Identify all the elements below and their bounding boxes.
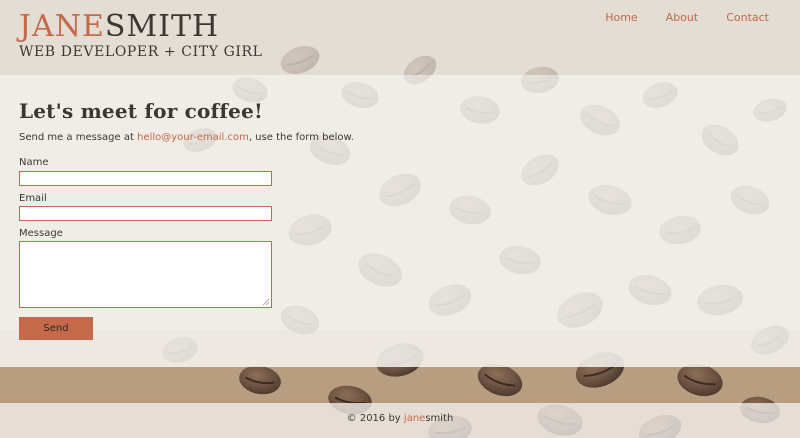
site-logo[interactable]: JANESMITH: [19, 10, 219, 44]
logo-first-name: JANE: [19, 9, 105, 44]
email-link[interactable]: hello@your-email.com: [137, 132, 249, 143]
nav-about-link[interactable]: About: [666, 11, 699, 24]
nav-home-link[interactable]: Home: [605, 11, 637, 24]
footer-first-name: jane: [403, 413, 426, 424]
name-label: Name: [19, 157, 49, 168]
resize-grip-icon[interactable]: [262, 298, 270, 306]
nav-contact-link[interactable]: Contact: [726, 11, 769, 24]
main-nav: Home About Contact: [605, 11, 769, 24]
page-title: Let's meet for coffee!: [19, 99, 263, 123]
logo-last-name: SMITH: [104, 9, 220, 44]
contact-intro: Send me a message at hello@your-email.co…: [19, 132, 354, 143]
message-field[interactable]: [19, 241, 272, 308]
contact-panel: Let's meet for coffee! Send me a message…: [0, 75, 800, 367]
message-label: Message: [19, 228, 63, 239]
name-field[interactable]: [19, 171, 272, 186]
intro-suffix: , use the form below.: [248, 132, 354, 143]
footer-copyright: © 2016 by: [346, 413, 404, 424]
site-tagline: WEB DEVELOPER + CITY GIRL: [19, 44, 263, 60]
site-header: JANESMITH WEB DEVELOPER + CITY GIRL Home…: [0, 0, 800, 75]
intro-prefix: Send me a message at: [19, 132, 138, 143]
email-label: Email: [19, 193, 47, 204]
email-field[interactable]: [19, 206, 272, 221]
footer-last-name: smith: [425, 413, 454, 424]
site-footer: © 2016 by janesmith: [0, 403, 800, 438]
send-button[interactable]: Send: [19, 317, 93, 340]
